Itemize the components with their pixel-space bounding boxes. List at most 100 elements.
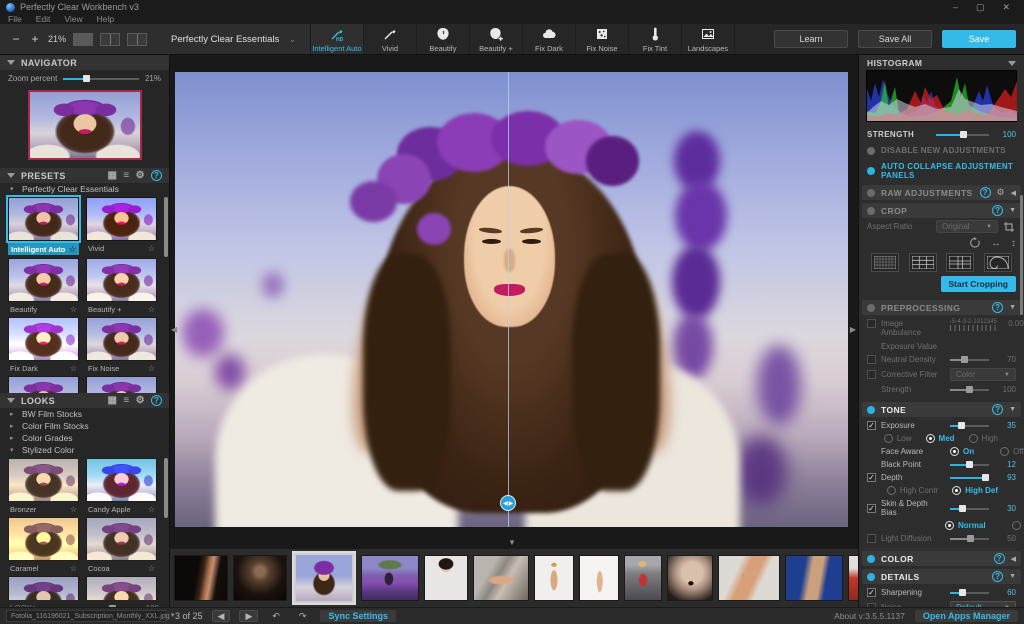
tone-header[interactable]: TONE ?▼ [862, 402, 1021, 417]
presets-scrollbar[interactable] [164, 197, 168, 257]
navigator-header[interactable]: NAVIGATOR [0, 55, 169, 70]
presets-header[interactable]: PRESETS ▦ ≡ ⚙ ? [0, 168, 169, 183]
filmstrip-thumbnail[interactable] [233, 555, 287, 601]
crop-header[interactable]: CROP ?▼ [862, 203, 1021, 218]
depth-checkbox[interactable]: ✓ [867, 473, 876, 482]
exposure-low-radio[interactable]: Low [884, 434, 912, 443]
strength-slider[interactable] [936, 130, 989, 139]
help-icon[interactable]: ? [994, 553, 1005, 564]
help-icon[interactable]: ? [992, 571, 1003, 582]
look-tile-partial[interactable] [86, 576, 157, 600]
crop-grid-spiral-button[interactable] [984, 253, 1012, 272]
toolbar-preset-beautify-plus[interactable]: Beautify + [470, 24, 523, 54]
preset-tile-partial[interactable] [86, 376, 157, 393]
auto-collapse-toggle[interactable]: AUTO COLLAPSE ADJUSTMENT PANELS [859, 157, 1024, 182]
looks-scrollbar[interactable] [164, 458, 168, 518]
exposure-high-radio[interactable]: High [969, 434, 998, 443]
preset-tile-fix-dark[interactable]: Fix Dark☆ [8, 317, 79, 373]
help-icon[interactable]: ? [992, 205, 1003, 216]
filmstrip-thumbnail-selected[interactable] [292, 551, 356, 605]
disable-new-adjustments-toggle[interactable]: DISABLE NEW ADJUSTMENTS [859, 141, 1024, 157]
navigator-zoom-slider[interactable] [63, 74, 139, 83]
filmstrip-thumbnail[interactable] [624, 555, 662, 601]
preset-tile-beautify-plus[interactable]: Beautify +☆ [86, 258, 157, 314]
crop-grid-thirds-button[interactable] [909, 253, 937, 272]
star-icon[interactable]: ☆ [148, 305, 155, 314]
star-icon[interactable]: ☆ [148, 364, 155, 373]
crop-grid-fine-button[interactable] [871, 253, 899, 272]
filmstrip-thumbnail[interactable] [579, 555, 619, 601]
looks-category-color-grades[interactable]: ▸Color Grades [0, 432, 169, 444]
gear-icon[interactable]: ⚙ [136, 170, 145, 181]
looks-category-color-film[interactable]: ▸Color Film Stocks [0, 420, 169, 432]
list-view-icon[interactable]: ≡ [123, 170, 129, 181]
split-slider-handle[interactable]: ◀▶ [500, 495, 516, 511]
light-diffusion-checkbox[interactable] [867, 534, 876, 543]
filmstrip-thumbnail[interactable] [424, 555, 468, 601]
zoom-out-button[interactable]: − [10, 32, 22, 46]
preset-tile-partial[interactable] [8, 376, 79, 393]
next-image-button[interactable]: ▶ [239, 610, 258, 622]
look-tile-caramel[interactable]: Caramel☆ [8, 517, 79, 573]
image-canvas[interactable]: ◀▶ ◀ ▶ ▼ [170, 55, 858, 548]
filmstrip-thumbnail[interactable] [361, 555, 419, 601]
navigator-thumbnail[interactable] [28, 90, 142, 160]
collapse-down-icon[interactable]: ▼ [1009, 304, 1016, 311]
preset-tile-fix-noise[interactable]: Fix Noise☆ [86, 317, 157, 373]
grid-view-icon[interactable]: ▦ [108, 170, 118, 181]
look-tile-cocoa[interactable]: Cocoa☆ [86, 517, 157, 573]
filmstrip-thumbnail[interactable] [534, 555, 574, 601]
close-button[interactable]: ✕ [1002, 2, 1010, 13]
grid-view-icon[interactable]: ▦ [108, 395, 118, 406]
help-icon[interactable]: ? [151, 395, 162, 406]
crop-grid-golden-button[interactable] [946, 253, 974, 272]
star-icon[interactable]: ☆ [70, 564, 77, 573]
image-ambulance-checkbox[interactable] [867, 319, 876, 328]
collapse-filmstrip-arrow[interactable]: ▼ [508, 538, 516, 547]
filmstrip-thumbnail[interactable] [174, 555, 228, 601]
preset-group-dropdown[interactable]: Perfectly Clear Essentials ⌄ [157, 24, 310, 54]
toolbar-preset-intelligent-auto[interactable]: HD Intelligent Auto [311, 24, 364, 54]
corrective-filter-checkbox[interactable] [867, 370, 876, 379]
high-contrast-radio[interactable]: High Contr [887, 486, 938, 495]
star-icon[interactable]: ☆ [70, 305, 77, 314]
collapse-down-icon[interactable]: ▼ [1009, 207, 1016, 214]
gear-icon[interactable]: ⚙ [997, 187, 1005, 198]
filmstrip-thumbnail[interactable] [785, 555, 843, 601]
learn-button[interactable]: Learn [774, 30, 848, 48]
filmstrip-thumbnail[interactable] [718, 555, 780, 601]
star-icon[interactable]: ☆ [148, 505, 155, 514]
help-icon[interactable]: ? [992, 404, 1003, 415]
sharpening-checkbox[interactable]: ✓ [867, 588, 876, 597]
look-tile-partial[interactable] [8, 576, 79, 600]
neutral-density-checkbox[interactable] [867, 355, 876, 364]
toolbar-preset-fix-noise[interactable]: Fix Noise [576, 24, 629, 54]
right-panel-scrollbar[interactable] [1020, 195, 1023, 315]
collapse-left-icon[interactable]: ◀ [1011, 189, 1016, 197]
look-tile-bronzer[interactable]: Bronzer☆ [8, 458, 79, 514]
menu-edit[interactable]: Edit [36, 14, 51, 24]
filmstrip-thumbnail[interactable] [848, 555, 858, 601]
toolbar-preset-landscapes[interactable]: Landscapes [682, 24, 735, 54]
view-split-button[interactable] [100, 33, 120, 46]
redo-icon[interactable]: ↷ [294, 610, 312, 622]
previous-image-button[interactable]: ◀ [212, 610, 231, 622]
face-aware-off-radio[interactable]: Off [1000, 447, 1024, 456]
collapse-right-panel-arrow[interactable]: ▶ [850, 325, 856, 334]
preset-tile-beautify[interactable]: Beautify☆ [8, 258, 79, 314]
looks-category-stylized-color[interactable]: ▾Stylized Color [0, 444, 169, 456]
aspect-ratio-dropdown[interactable]: Original▼ [936, 220, 998, 233]
star-icon[interactable]: ☆ [70, 505, 77, 514]
menu-file[interactable]: File [8, 14, 22, 24]
rotate-icon[interactable] [968, 237, 981, 249]
save-all-button[interactable]: Save All [858, 30, 932, 48]
preset-tile-intelligent-auto[interactable]: Intelligent Auto☆ [8, 197, 79, 255]
sync-settings-button[interactable]: Sync Settings [320, 610, 396, 622]
save-button[interactable]: Save [942, 30, 1016, 48]
skin-depth-bias-checkbox[interactable]: ✓ [867, 504, 876, 513]
face-aware-on-radio[interactable]: On [950, 447, 974, 456]
menu-view[interactable]: View [64, 14, 82, 24]
sharpening-slider[interactable] [950, 588, 989, 597]
exposure-med-radio[interactable]: Med [926, 434, 955, 443]
list-view-icon[interactable]: ≡ [123, 395, 129, 406]
